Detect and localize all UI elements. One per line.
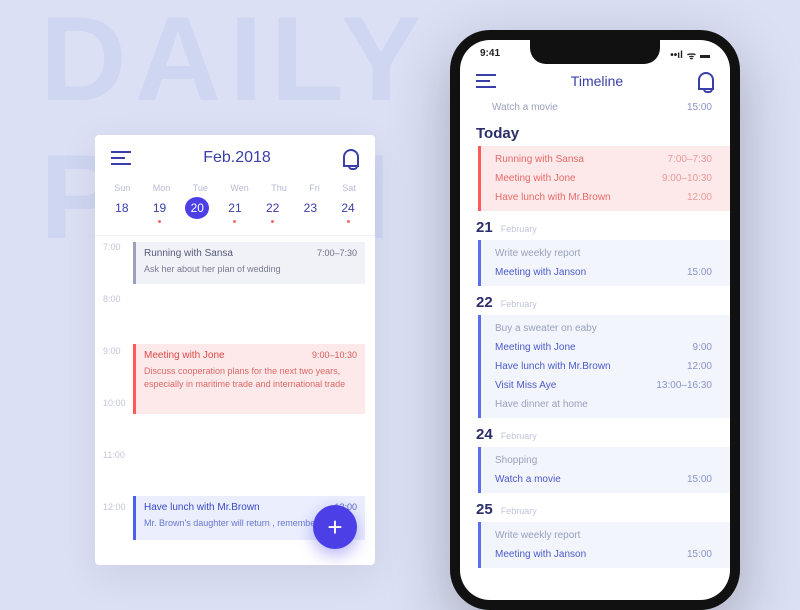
list-item[interactable]: Have dinner at home <box>481 395 730 414</box>
menu-icon[interactable] <box>476 74 496 88</box>
weekday-label: Mon <box>153 183 171 193</box>
item-time: 13:00–16:30 <box>656 380 712 391</box>
today-block: Running with Sansa 7:00–7:30 Meeting with … <box>478 146 730 211</box>
item-label: Visit Miss Aye <box>495 380 556 391</box>
weekday-label: Tue <box>193 183 208 193</box>
section-today: Today <box>460 117 730 146</box>
event-title: Running with Sansa <box>144 248 233 259</box>
item-label: Write weekly report <box>495 248 580 259</box>
event-title: Meeting with Jone <box>144 350 225 361</box>
date-cell[interactable]: 21 <box>223 197 247 223</box>
status-time: 9:41 <box>480 48 500 62</box>
menu-icon[interactable] <box>111 151 131 165</box>
day-block: Buy a sweater on eaby Meeting with Jone 9:… <box>478 315 730 418</box>
event-card[interactable]: Meeting with Jone 9:00–10:30 Discuss coope… <box>133 344 365 414</box>
date-cell[interactable]: 22 <box>261 197 285 223</box>
item-time: 9:00–10:30 <box>662 173 712 184</box>
list-item[interactable]: Meeting with Janson 15:00 <box>481 263 730 282</box>
dates-row: 18 19 20 21 22 23 24 <box>95 195 375 236</box>
list-item[interactable]: Meeting with Jone 9:00–10:30 <box>481 169 730 188</box>
weekday-row: Sun Mon Tue Wen Thu Fri Sat <box>95 177 375 195</box>
item-time: 7:00–7:30 <box>668 154 713 165</box>
day-block: Shopping Watch a movie 15:00 <box>478 447 730 493</box>
time-label: 11:00 <box>103 450 125 460</box>
list-item[interactable]: Write weekly report <box>481 526 730 545</box>
list-item[interactable]: Have lunch with Mr.Brown 12:00 <box>481 188 730 207</box>
section-day: 26February <box>460 568 730 578</box>
weekday-label: Sun <box>114 183 130 193</box>
add-button[interactable]: + <box>313 505 357 549</box>
item-label: Meeting with Janson <box>495 267 586 278</box>
signal-icon: ••ıl <box>670 50 683 61</box>
wifi-icon: ᯤ <box>687 48 696 62</box>
timeline-list[interactable]: Watch a movie15:00TodayRunning with Sans… <box>460 98 730 578</box>
item-label: Watch a movie <box>495 474 561 485</box>
bell-icon[interactable] <box>698 72 714 90</box>
list-item[interactable]: Watch a movie 15:00 <box>481 470 730 489</box>
event-desc: Discuss cooperation plans for the next t… <box>144 365 357 390</box>
item-label: Have lunch with Mr.Brown <box>495 361 611 372</box>
item-label: Running with Sansa <box>495 154 584 165</box>
day-block: Write weekly report Meeting with Janson 15… <box>478 522 730 568</box>
item-time: 12:00 <box>687 361 712 372</box>
section-day: 21February <box>460 211 730 240</box>
list-item[interactable]: Write weekly report <box>481 244 730 263</box>
time-label: 9:00 <box>103 346 121 356</box>
list-item[interactable]: Meeting with Jone 9:00 <box>481 338 730 357</box>
battery-icon: ▬ <box>700 50 710 61</box>
phone-notch <box>530 40 660 64</box>
event-card[interactable]: Running with Sansa 7:00–7:30 Ask her about… <box>133 242 365 284</box>
item-label: Meeting with Janson <box>495 549 586 560</box>
item-label: Have lunch with Mr.Brown <box>495 192 611 203</box>
time-label: 7:00 <box>103 242 121 252</box>
month-title[interactable]: Feb.2018 <box>203 149 271 167</box>
date-cell[interactable]: 20 <box>185 197 209 219</box>
day-block: Write weekly report Meeting with Janson 15… <box>478 240 730 286</box>
item-label: Watch a movie <box>492 102 558 113</box>
weekday-label: Wen <box>230 183 248 193</box>
time-label: 12:00 <box>103 502 126 512</box>
item-time: 15:00 <box>687 549 712 560</box>
time-label: 8:00 <box>103 294 121 304</box>
item-label: Meeting with Jone <box>495 342 576 353</box>
item-label: Write weekly report <box>495 530 580 541</box>
section-day: 22February <box>460 286 730 315</box>
section-day: 24February <box>460 418 730 447</box>
date-cell[interactable]: 24 <box>336 197 360 223</box>
date-cell[interactable]: 18 <box>110 197 134 223</box>
item-label: Have dinner at home <box>495 399 588 410</box>
event-title: Have lunch with Mr.Brown <box>144 502 260 513</box>
weekday-label: Sat <box>342 183 356 193</box>
item-time: 9:00 <box>693 342 712 353</box>
item-time: 15:00 <box>687 102 712 113</box>
item-label: Buy a sweater on eaby <box>495 323 597 334</box>
item-label: Shopping <box>495 455 537 466</box>
page-title: Timeline <box>571 73 623 89</box>
item-label: Meeting with Jone <box>495 173 576 184</box>
item-time: 15:00 <box>687 267 712 278</box>
list-item[interactable]: Buy a sweater on eaby <box>481 319 730 338</box>
list-item[interactable]: Running with Sansa 7:00–7:30 <box>481 150 730 169</box>
list-item[interactable]: Watch a movie 15:00 <box>460 98 730 117</box>
weekday-label: Thu <box>271 183 287 193</box>
bell-icon[interactable] <box>343 149 359 167</box>
item-time: 12:00 <box>687 192 712 203</box>
event-desc: Ask her about her plan of wedding <box>144 263 357 276</box>
list-item[interactable]: Visit Miss Aye 13:00–16:30 <box>481 376 730 395</box>
item-time: 15:00 <box>687 474 712 485</box>
time-label: 10:00 <box>103 398 126 408</box>
section-day: 25February <box>460 493 730 522</box>
day-view-card: Feb.2018 Sun Mon Tue Wen Thu Fri Sat 18 19 20 21 2… <box>95 135 375 565</box>
weekday-label: Fri <box>309 183 320 193</box>
phone-frame: 9:41 ••ıl ᯤ ▬ Timeline Watch a movie 15:0… <box>450 30 740 610</box>
list-item[interactable]: Shopping <box>481 451 730 470</box>
list-item[interactable]: Meeting with Janson 15:00 <box>481 545 730 564</box>
list-item[interactable]: Have lunch with Mr.Brown 12:00 <box>481 357 730 376</box>
event-time: 9:00–10:30 <box>312 350 357 360</box>
date-cell[interactable]: 23 <box>298 197 322 223</box>
date-cell[interactable]: 19 <box>148 197 172 223</box>
event-time: 7:00–7:30 <box>317 248 357 258</box>
